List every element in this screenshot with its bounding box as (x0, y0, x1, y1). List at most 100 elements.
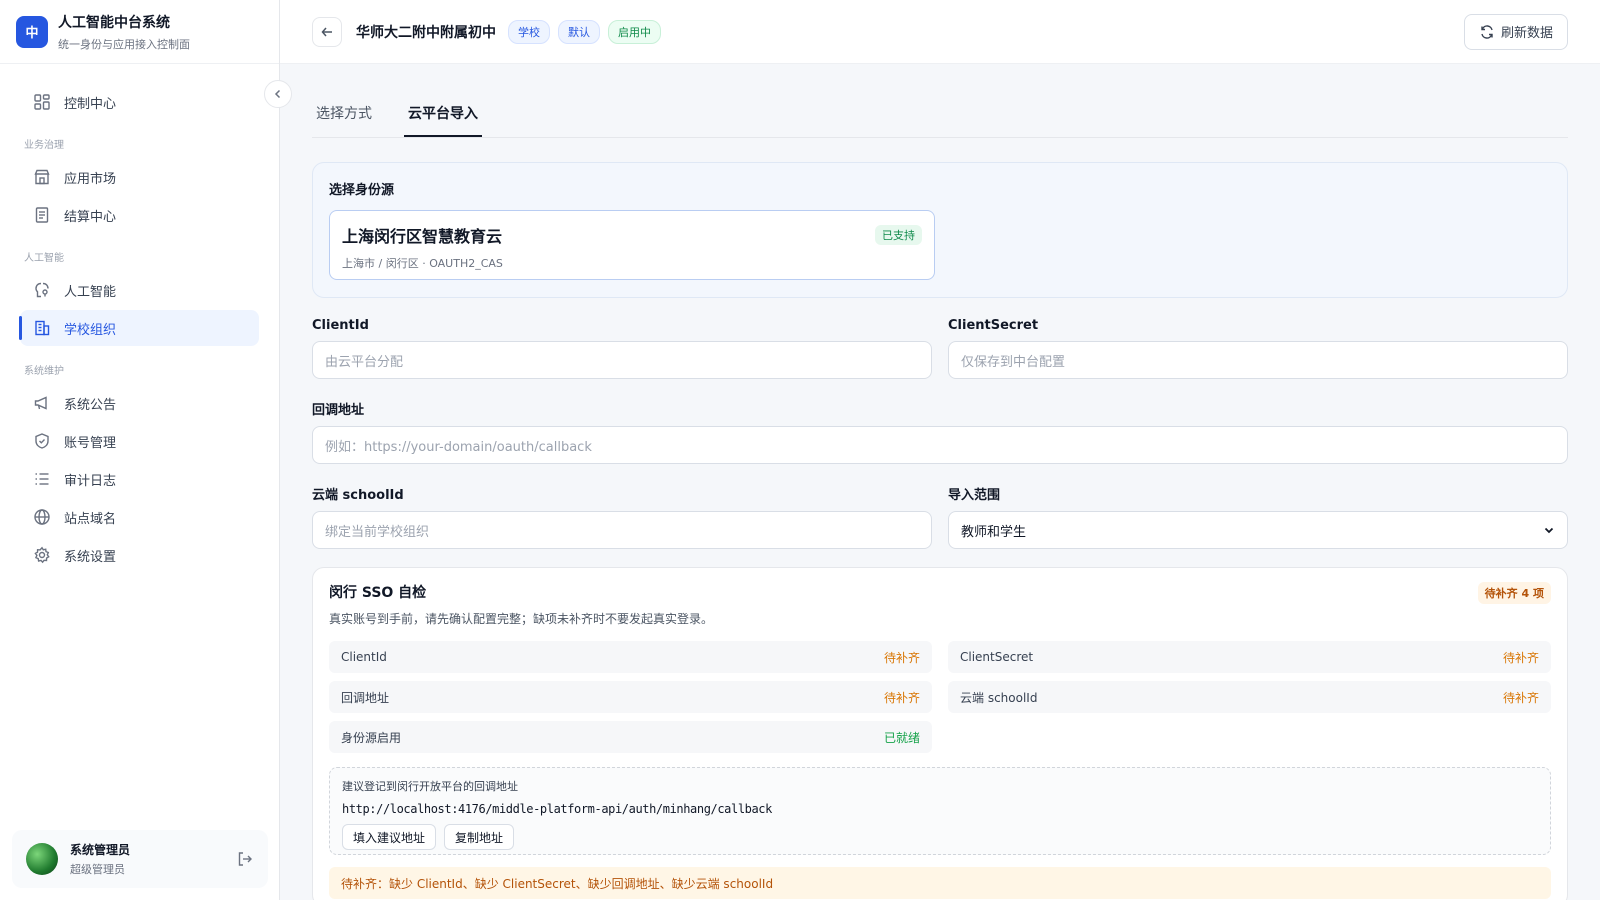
school-id-input[interactable]: 绑定当前学校组织 (312, 511, 932, 549)
check-label: ClientSecret (960, 650, 1034, 664)
suggested-callback-url: http://localhost:4176/middle-platform-ap… (342, 802, 772, 816)
sidebar-item-settlement[interactable]: 结算中心 (20, 197, 259, 233)
sidebar-item-app-market[interactable]: 应用市场 (20, 159, 259, 195)
sidebar-item-label: 系统公告 (64, 397, 117, 413)
collapse-sidebar-button[interactable] (264, 80, 292, 108)
check-school-id: 云端 schoolId 待补齐 (948, 681, 1551, 713)
sidebar-item-label: 控制中心 (64, 96, 117, 112)
gear-icon (32, 545, 52, 565)
tab-select-method[interactable]: 选择方式 (312, 103, 376, 137)
client-secret-label: ClientSecret (948, 318, 1039, 333)
sidebar-item-audit-log[interactable]: 审计日志 (20, 461, 259, 497)
user-name: 系统管理员 (70, 843, 131, 857)
form-row-callback: 回调地址 例如：https://your-domain/oauth/callba… (312, 399, 1568, 464)
store-icon (32, 167, 52, 187)
sidebar-item-settings[interactable]: 系统设置 (20, 537, 259, 573)
scope-field: 导入范围 教师和学生 (948, 484, 1568, 549)
identity-source-name: 上海闵行区智慧教育云 (342, 227, 503, 246)
sidebar-item-announcement[interactable]: 系统公告 (20, 385, 259, 421)
check-status: 待补齐 (883, 650, 920, 665)
form-row-credentials: ClientId 由云平台分配 ClientSecret 仅保存到中台配置 (312, 318, 1568, 379)
callback-field: 回调地址 例如：https://your-domain/oauth/callba… (312, 399, 1568, 464)
client-id-input[interactable]: 由云平台分配 (312, 341, 932, 379)
nav-section-business: 业务治理 (24, 140, 64, 151)
check-label: 云端 schoolId (960, 690, 1038, 705)
refresh-icon (1479, 24, 1495, 40)
megaphone-icon (32, 393, 52, 413)
tabs: 选择方式 云平台导入 (312, 64, 1568, 138)
scope-select[interactable]: 教师和学生 (948, 511, 1568, 549)
brain-icon (32, 280, 52, 300)
suggested-callback-box: 建议登记到闵行开放平台的回调地址 http://localhost:4176/m… (329, 767, 1551, 855)
pending-count-badge: 待补齐 4 项 (1477, 582, 1551, 604)
user-card[interactable]: 系统管理员 超级管理员 (12, 830, 268, 888)
sidebar-item-dashboard[interactable]: 控制中心 (20, 84, 259, 120)
school-id-field: 云端 schoolId 绑定当前学校组织 (312, 484, 932, 549)
client-id-label: ClientId (312, 318, 369, 333)
brand-logo: 中 (16, 15, 48, 48)
chevron-down-icon (1543, 524, 1555, 536)
brand-subtitle: 统一身份与应用接入控制面 (58, 37, 190, 51)
page-title: 华师大二附中附属初中 (356, 24, 496, 41)
scope-select-value: 教师和学生 (961, 524, 1027, 540)
shield-icon (32, 431, 52, 451)
arrow-left-icon (320, 25, 334, 39)
fill-suggested-button[interactable]: 填入建议地址 (342, 824, 437, 850)
sidebar-item-label: 结算中心 (64, 209, 117, 225)
brand-title: 人工智能中台系统 (58, 14, 170, 31)
check-callback: 回调地址 待补齐 (329, 681, 932, 713)
check-source-enabled: 身份源启用 已就绪 (329, 721, 932, 753)
sidebar-item-ai[interactable]: 人工智能 (20, 272, 259, 308)
logout-icon[interactable] (236, 850, 254, 868)
sidebar-item-label: 系统设置 (64, 549, 117, 565)
identity-source-card[interactable]: 上海闵行区智慧教育云 上海市 / 闵行区 · OAUTH2_CAS 已支持 (329, 210, 935, 280)
refresh-label: 刷新数据 (1500, 26, 1553, 41)
tab-cloud-import[interactable]: 云平台导入 (404, 103, 482, 137)
check-grid: ClientId 待补齐 ClientSecret 待补齐 回调地址 待补齐 云… (329, 641, 1551, 753)
sso-selfcheck-panel: 闵行 SSO 自检 待补齐 4 项 真实账号到手前，请先确认配置完整；缺项未补齐… (312, 567, 1568, 900)
missing-items-warning: 待补齐：缺少 ClientId、缺少 ClientSecret、缺少回调地址、缺… (329, 867, 1551, 899)
dashboard-icon (32, 92, 52, 112)
sidebar-item-label: 应用市场 (64, 171, 117, 187)
client-secret-field: ClientSecret 仅保存到中台配置 (948, 318, 1568, 379)
sidebar-item-domain[interactable]: 站点域名 (20, 499, 259, 535)
check-client-id: ClientId 待补齐 (329, 641, 932, 673)
sidebar-item-label: 账号管理 (64, 435, 117, 451)
sidebar-nav: 控制中心 业务治理 应用市场 结算中心 人工智能 人工智能 学校组织 系统维护 … (0, 64, 279, 573)
callback-label: 回调地址 (312, 403, 365, 418)
check-label: 身份源启用 (341, 730, 402, 745)
refresh-button[interactable]: 刷新数据 (1463, 13, 1568, 50)
identity-source-panel: 选择身份源 上海闵行区智慧教育云 上海市 / 闵行区 · OAUTH2_CAS … (312, 162, 1568, 298)
copy-address-button[interactable]: 复制地址 (444, 824, 515, 850)
callback-input[interactable]: 例如：https://your-domain/oauth/callback (312, 426, 1568, 464)
identity-source-meta: 上海市 / 闵行区 · OAUTH2_CAS (342, 257, 503, 270)
check-label: 回调地址 (341, 690, 390, 705)
list-icon (32, 469, 52, 489)
globe-icon (32, 507, 52, 527)
client-secret-input[interactable]: 仅保存到中台配置 (948, 341, 1568, 379)
form-row-school: 云端 schoolId 绑定当前学校组织 导入范围 教师和学生 (312, 484, 1568, 549)
sso-title: 闵行 SSO 自检 (329, 585, 427, 601)
main-content: 选择方式 云平台导入 选择身份源 上海闵行区智慧教育云 上海市 / 闵行区 · … (312, 64, 1568, 900)
back-button[interactable] (312, 16, 342, 47)
tag-school: 学校 (508, 19, 550, 44)
check-status: 待补齐 (1502, 690, 1539, 705)
sidebar-item-label: 站点域名 (64, 511, 117, 527)
sso-description: 真实账号到手前，请先确认配置完整；缺项未补齐时不要发起真实登录。 (329, 612, 714, 626)
scope-label: 导入范围 (948, 488, 1001, 503)
nav-section-system: 系统维护 (24, 366, 64, 377)
sidebar-item-school-org[interactable]: 学校组织 (19, 310, 259, 346)
check-label: ClientId (341, 650, 387, 664)
building-icon (32, 318, 52, 338)
sidebar: 中 人工智能中台系统 统一身份与应用接入控制面 控制中心 业务治理 应用市场 结… (0, 0, 280, 900)
chevron-left-icon (272, 88, 284, 100)
tag-default: 默认 (558, 19, 600, 44)
sidebar-item-label: 审计日志 (64, 473, 117, 489)
page-header: 华师大二附中附属初中 学校 默认 启用中 刷新数据 (280, 0, 1600, 64)
user-role: 超级管理员 (70, 863, 125, 876)
school-id-label: 云端 schoolId (312, 488, 404, 503)
check-status: 已就绪 (883, 730, 920, 745)
sidebar-item-label: 学校组织 (64, 322, 117, 338)
nav-section-ai: 人工智能 (24, 253, 64, 264)
sidebar-item-accounts[interactable]: 账号管理 (20, 423, 259, 459)
